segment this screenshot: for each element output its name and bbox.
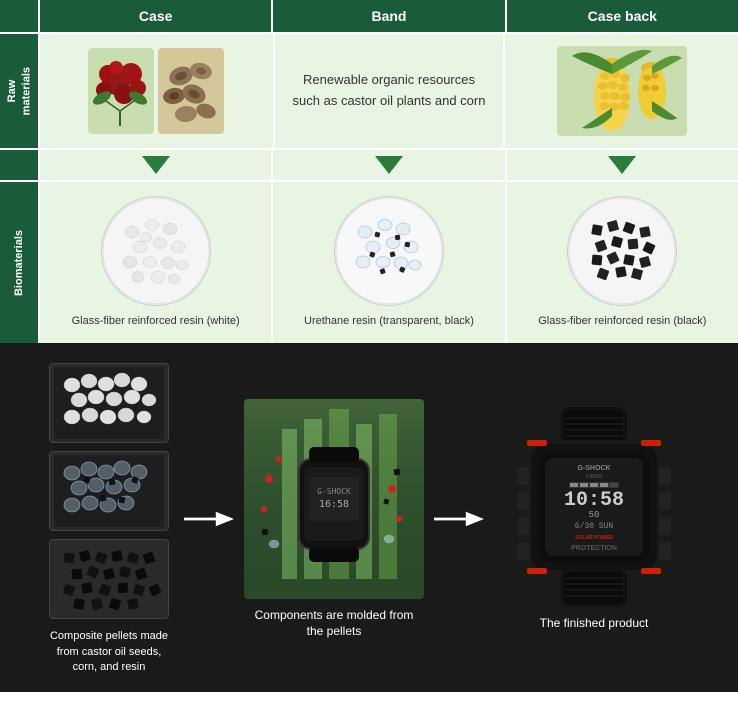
raw-materials-row: Rawmaterials — [0, 32, 738, 148]
arrow-row-label — [0, 150, 38, 180]
bio-case-cell: Glass-fiber reinforced resin (white) — [38, 182, 271, 343]
raw-case-cell — [38, 34, 273, 148]
raw-materials-label-cell: Rawmaterials — [0, 34, 38, 148]
top-section: Case Band Case back Rawmaterials — [0, 0, 738, 343]
arrow-caseback-col — [505, 150, 738, 180]
svg-text:SOLAR POWER: SOLAR POWER — [575, 535, 613, 541]
raw-materials-data: Renewable organic resourcessuch as casto… — [38, 34, 738, 148]
pellet-box-clear — [49, 451, 169, 531]
arrow-case-col — [38, 150, 271, 180]
down-arrow-caseback — [608, 156, 636, 174]
arrow-right-1-svg — [184, 504, 234, 534]
header-case-back: Case back — [505, 0, 738, 32]
plant-berries-image — [86, 46, 226, 136]
svg-text:16:58: 16:58 — [319, 499, 349, 510]
bio-band-cell: Urethane resin (transparent, black) — [271, 182, 504, 343]
clear-pellets-box-svg — [54, 455, 164, 527]
arrow-row — [0, 148, 738, 180]
svg-text:6/30 SUN: 6/30 SUN — [575, 522, 614, 531]
raw-caseback-cell — [503, 34, 738, 148]
bottom-section: Composite pellets made from castor oil s… — [0, 343, 738, 691]
biomaterials-label-cell: Biomaterials — [0, 182, 38, 343]
pellet-boxes — [49, 363, 169, 619]
raw-band-text: Renewable organic resourcessuch as casto… — [293, 70, 486, 112]
svg-text:10:58: 10:58 — [564, 489, 624, 512]
molding-caption: Components are molded from the pellets — [254, 607, 414, 641]
clear-pellets-image — [334, 196, 444, 306]
bio-caseback-cell: Glass-fiber reinforced resin (black) — [505, 182, 738, 343]
svg-text:50: 50 — [589, 510, 600, 520]
arrow-right-2 — [434, 504, 484, 534]
raw-band-cell: Renewable organic resourcessuch as casto… — [273, 34, 504, 148]
svg-text:G-SHOCK: G-SHOCK — [577, 465, 610, 472]
arrow-cells — [38, 150, 738, 180]
arrow-band-col — [271, 150, 504, 180]
clear-pellets-svg — [335, 197, 443, 305]
header-row: Case Band Case back — [0, 0, 738, 32]
arrow-right-2-svg — [434, 504, 484, 534]
corn-image — [557, 46, 687, 136]
bio-caseback-caption: Glass-fiber reinforced resin (black) — [538, 314, 706, 329]
pellet-caption: Composite pellets made from castor oil s… — [44, 629, 174, 675]
molding-svg: G-SHOCK 16:58 — [244, 399, 424, 599]
finished-watch-image: G-SHOCK CASIO 10:58 50 6/30 SUN — [494, 407, 694, 607]
black-pellets-image — [567, 196, 677, 306]
header-label-cell — [0, 0, 38, 32]
molding-image: G-SHOCK 16:58 — [244, 399, 424, 599]
raw-materials-label: Rawmaterials — [5, 67, 34, 115]
pellet-box-white — [49, 363, 169, 443]
pellet-box-black — [49, 539, 169, 619]
svg-text:PROTECTION: PROTECTION — [571, 545, 617, 552]
finished-watch-svg: G-SHOCK CASIO 10:58 50 6/30 SUN — [509, 402, 679, 612]
finished-column: G-SHOCK CASIO 10:58 50 6/30 SUN — [494, 407, 694, 632]
arrow-right-1 — [184, 504, 234, 534]
black-pellets-svg — [568, 197, 676, 305]
white-pellets-box-svg — [54, 367, 164, 439]
down-arrow-band — [375, 156, 403, 174]
biomaterials-data: Glass-fiber reinforced resin (white) — [38, 182, 738, 343]
white-pellets-svg — [102, 197, 210, 305]
bottom-content: Composite pellets made from castor oil s… — [16, 363, 722, 675]
biomaterials-label: Biomaterials — [12, 230, 26, 296]
svg-text:CASIO: CASIO — [586, 474, 602, 480]
pellets-column: Composite pellets made from castor oil s… — [44, 363, 174, 675]
biomaterials-row: Biomaterials — [0, 180, 738, 343]
finished-caption: The finished product — [540, 615, 649, 632]
molding-column: G-SHOCK 16:58 Components are molded from… — [244, 399, 424, 641]
black-pellets-box-svg — [54, 543, 164, 615]
svg-text:G-SHOCK: G-SHOCK — [317, 487, 351, 496]
down-arrow-case — [142, 156, 170, 174]
bio-band-caption: Urethane resin (transparent, black) — [304, 314, 474, 329]
white-pellets-image — [101, 196, 211, 306]
header-band: Band — [271, 0, 504, 32]
bio-case-caption: Glass-fiber reinforced resin (white) — [72, 314, 240, 329]
header-case: Case — [38, 0, 271, 32]
